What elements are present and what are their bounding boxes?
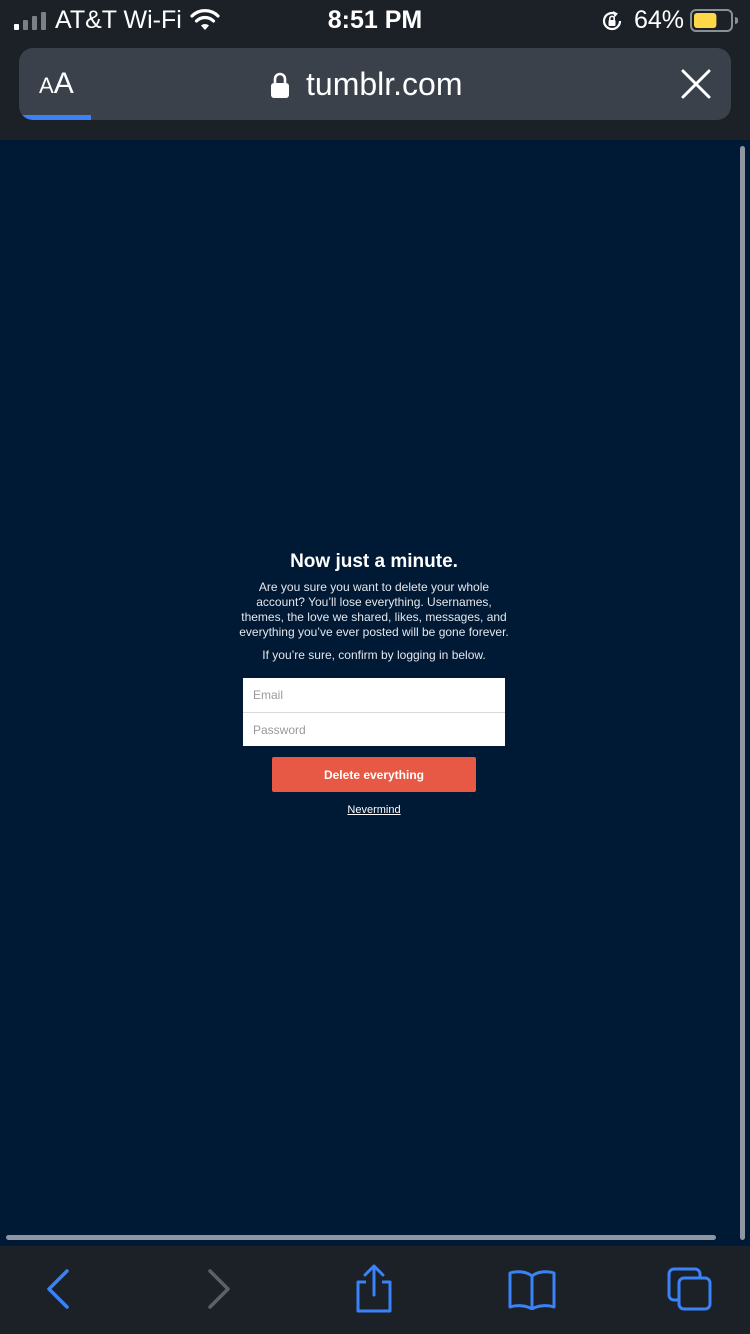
- battery-percentage: 64%: [634, 6, 685, 34]
- browser-toolbar: [0, 1246, 750, 1334]
- login-form: [243, 678, 505, 746]
- email-field[interactable]: [243, 678, 505, 712]
- page-title: Now just a minute.: [290, 551, 458, 572]
- share-button[interactable]: [344, 1264, 404, 1314]
- web-page: Now just a minute. Are you sure you want…: [0, 140, 750, 1246]
- forward-icon: [208, 1269, 230, 1309]
- delete-everything-button[interactable]: Delete everything: [272, 757, 476, 792]
- delete-account-dialog: Now just a minute. Are you sure you want…: [236, 550, 512, 818]
- page-load-progress: [19, 115, 91, 120]
- wifi-icon: [190, 9, 220, 30]
- close-icon[interactable]: [681, 69, 711, 99]
- password-field[interactable]: [243, 712, 505, 746]
- confirm-hint: If you’re sure, confirm by logging in be…: [262, 648, 486, 662]
- cellular-signal-icon: [14, 12, 46, 30]
- lock-icon: [271, 72, 289, 98]
- browser-address-bar: AA tumblr.com: [0, 42, 750, 140]
- horizontal-scrollbar[interactable]: [6, 1235, 716, 1240]
- status-bar: AT&T Wi-Fi 8:51 PM 64%: [0, 0, 750, 42]
- bookmarks-icon: [508, 1270, 556, 1310]
- back-button[interactable]: [28, 1264, 88, 1314]
- text-size-label-large: A: [53, 67, 74, 100]
- back-icon: [47, 1269, 69, 1309]
- tabs-button[interactable]: [660, 1264, 720, 1314]
- tabs-icon: [667, 1267, 712, 1311]
- battery-icon: [690, 9, 738, 32]
- text-size-button[interactable]: AA: [39, 66, 74, 102]
- nevermind-link[interactable]: Nevermind: [347, 804, 400, 816]
- carrier-name: AT&T Wi-Fi: [55, 6, 182, 34]
- orientation-lock-icon: [602, 11, 622, 31]
- warning-text: Are you sure you want to delete your who…: [239, 580, 509, 639]
- bookmarks-button[interactable]: [502, 1264, 562, 1314]
- url-field[interactable]: AA tumblr.com: [19, 48, 731, 120]
- vertical-scrollbar[interactable]: [740, 146, 745, 1240]
- url-text[interactable]: tumblr.com: [306, 64, 462, 104]
- forward-button[interactable]: [189, 1264, 249, 1314]
- share-icon: [356, 1264, 392, 1313]
- text-size-label-small: A: [39, 73, 54, 98]
